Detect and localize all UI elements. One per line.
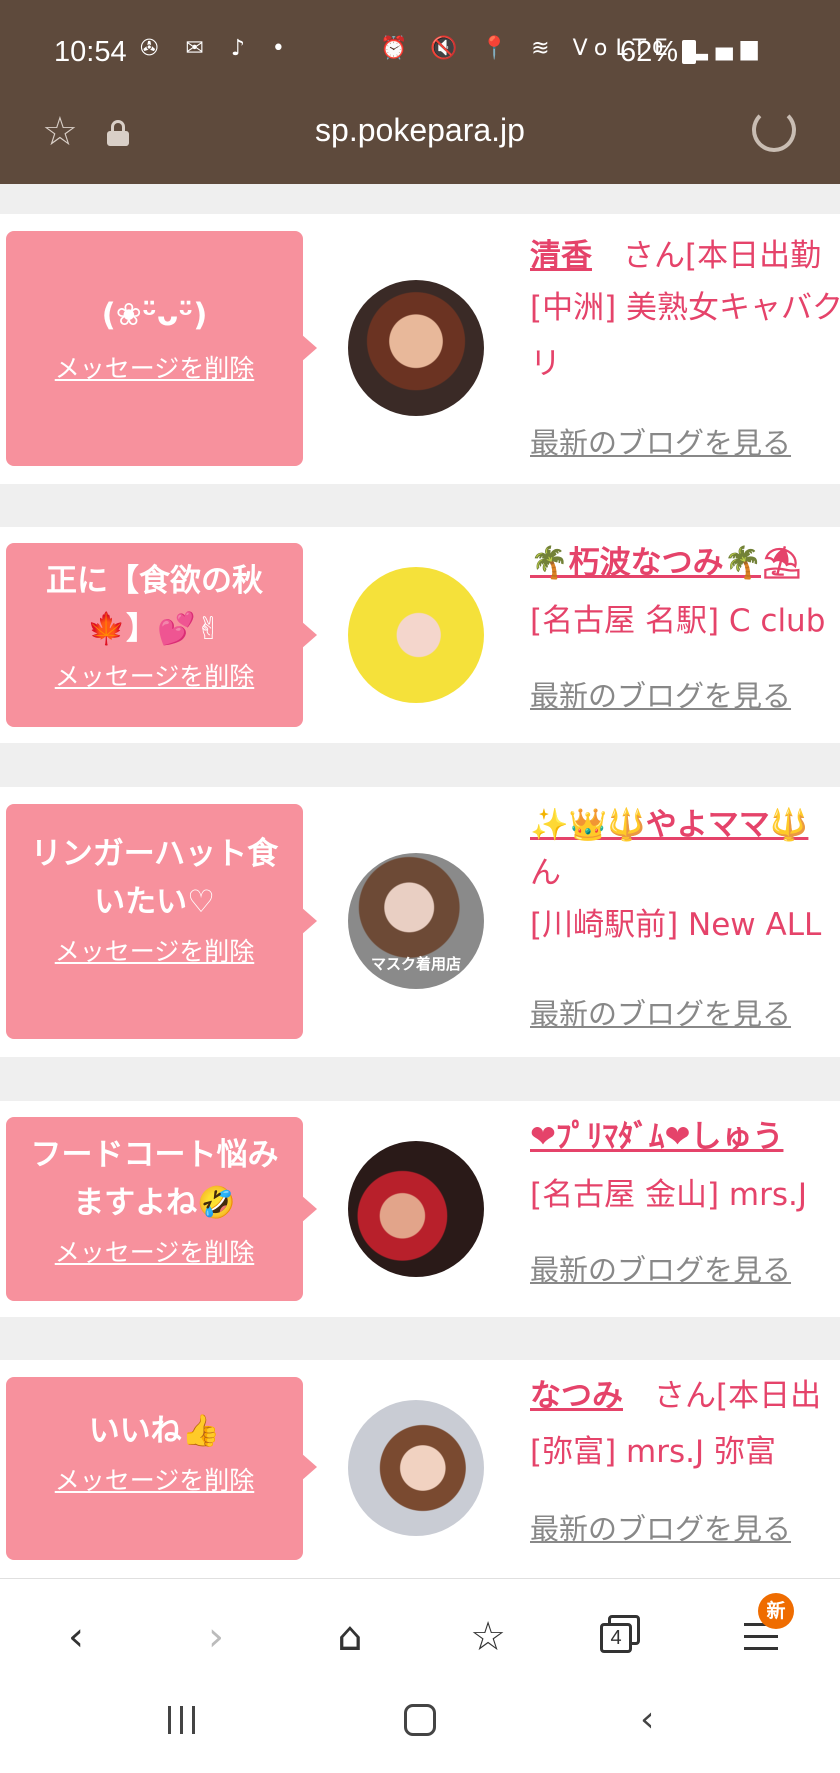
reload-icon[interactable] <box>752 108 796 152</box>
shop-name: [弥富] mrs.J 弥富 <box>530 1434 776 1470</box>
avatar[interactable] <box>348 280 484 416</box>
home-icon[interactable]: ⌂ <box>322 1609 378 1665</box>
cast-info: 🌴朽波なつみ🌴⛱ [名古屋 名駅] C club 最新のブログを見る <box>530 539 840 713</box>
shop-name: [名古屋 名駅] C club <box>530 603 826 639</box>
view-blog-link[interactable]: 最新のブログを見る <box>530 1506 791 1548</box>
system-icons: ⏰ 🔇 📍 ≋ VoLTE ▂▄▆ <box>380 36 766 61</box>
delete-message-link[interactable]: メッセージを削除 <box>6 1461 303 1497</box>
forward-icon[interactable]: › <box>188 1609 244 1665</box>
new-badge: 新 <box>758 1593 794 1629</box>
avatar[interactable] <box>348 1400 484 1536</box>
cast-name-link[interactable]: 🌴朽波なつみ🌴⛱ <box>530 545 802 581</box>
recent-apps-icon[interactable] <box>168 1706 200 1734</box>
status-time: 10:54 <box>54 36 127 68</box>
message-bubble: いいね👍 メッセージを削除 <box>6 1377 303 1560</box>
address-field[interactable]: sp.pokepara.jp <box>0 112 840 149</box>
message-text: 正に【食欲の秋🍁】💕✌ <box>46 563 263 647</box>
cast-info: ❤ﾌﾟﾘﾏﾀﾞﾑ❤しゅう [名古屋 金山] mrs.J 最新のブログを見る <box>530 1113 840 1287</box>
tabs-button[interactable]: 4 <box>600 1615 640 1653</box>
cast-status: さん[本日出 <box>623 1378 822 1414</box>
cast-status: さん[本日出勤 <box>592 238 822 274</box>
view-blog-link[interactable]: 最新のブログを見る <box>530 420 791 462</box>
cast-info: 清香 さん[本日出勤 [中洲] 美熟女キャバク リ 最新のブログを見る <box>530 232 840 460</box>
avatar[interactable] <box>348 567 484 703</box>
message-bubble: (❀ᵕ̈ᴗᵕ̈) メッセージを削除 <box>6 231 303 466</box>
avatar[interactable]: マスク着用店 <box>348 853 484 989</box>
avatar-caption: マスク着用店 <box>370 955 461 973</box>
tab-count: 4 <box>600 1623 632 1653</box>
status-bar: 10:54 ✇ ✉ ♪ • ⏰ 🔇 📍 ≋ VoLTE ▂▄▆ 62% <box>0 30 840 80</box>
message-text: (❀ᵕ̈ᴗᵕ̈) <box>101 297 208 333</box>
delete-message-link[interactable]: メッセージを削除 <box>6 657 303 693</box>
list-item: いいね👍 メッセージを削除 なつみ さん[本日出 [弥富] mrs.J 弥富 最… <box>0 1360 840 1578</box>
battery-percent: 62% <box>620 36 679 68</box>
bookmarks-icon[interactable]: ☆ <box>460 1609 516 1665</box>
cast-name-link[interactable]: ❤ﾌﾟﾘﾏﾀﾞﾑ❤しゅう <box>530 1119 783 1155</box>
system-navigation-bar: ‹ <box>0 1688 840 1773</box>
system-back-icon[interactable]: ‹ <box>640 1702 654 1738</box>
cast-info: なつみ さん[本日出 [弥富] mrs.J 弥富 最新のブログを見る <box>530 1372 840 1546</box>
message-bubble: 正に【食欲の秋🍁】💕✌ メッセージを削除 <box>6 543 303 727</box>
home-button-icon[interactable] <box>404 1704 436 1736</box>
message-text: リンガーハット食いたい♡ <box>30 836 279 920</box>
cast-name-link[interactable]: 清香 <box>530 238 592 274</box>
delete-message-link[interactable]: メッセージを削除 <box>6 932 303 968</box>
shop-name: [名古屋 金山] mrs.J <box>530 1177 807 1213</box>
list-item: (❀ᵕ̈ᴗᵕ̈) メッセージを削除 清香 さん[本日出勤 [中洲] 美熟女キャバ… <box>0 214 840 484</box>
browser-header: 10:54 ✇ ✉ ♪ • ⏰ 🔇 📍 ≋ VoLTE ▂▄▆ 62% ☆ sp… <box>0 0 840 184</box>
cast-info: ✨👑🔱やよママ🔱 ん [川崎駅前] New ALL 最新のブログを見る <box>530 801 840 1031</box>
message-text: フードコート悩みますよね🤣 <box>30 1137 279 1221</box>
message-text: いいね👍 <box>88 1413 221 1449</box>
battery-icon <box>682 40 697 64</box>
battery-indicator: 62% <box>620 36 697 69</box>
view-blog-link[interactable]: 最新のブログを見る <box>530 991 791 1033</box>
shop-name: [中洲] 美熟女キャバク <box>530 290 840 326</box>
cast-name-link[interactable]: なつみ <box>530 1378 623 1414</box>
browser-toolbar: ‹ › ⌂ ☆ 4 新 <box>0 1578 840 1688</box>
back-icon[interactable]: ‹ <box>48 1609 104 1665</box>
message-bubble: リンガーハット食いたい♡ メッセージを削除 <box>6 804 303 1039</box>
shop-name: [川崎駅前] New ALL <box>530 907 822 943</box>
view-blog-link[interactable]: 最新のブログを見る <box>530 673 791 715</box>
list-item: フードコート悩みますよね🤣 メッセージを削除 ❤ﾌﾟﾘﾏﾀﾞﾑ❤しゅう [名古屋… <box>0 1101 840 1317</box>
notification-icons: ✇ ✉ ♪ • <box>140 36 295 61</box>
message-bubble: フードコート悩みますよね🤣 メッセージを削除 <box>6 1117 303 1301</box>
delete-message-link[interactable]: メッセージを削除 <box>6 1233 303 1269</box>
cast-name-continued: ん <box>530 855 561 891</box>
view-blog-link[interactable]: 最新のブログを見る <box>530 1247 791 1289</box>
list-item: リンガーハット食いたい♡ メッセージを削除 マスク着用店 ✨👑🔱やよママ🔱 ん … <box>0 787 840 1057</box>
avatar[interactable] <box>348 1141 484 1277</box>
url-bar: ☆ sp.pokepara.jp <box>0 108 840 168</box>
cast-name-link[interactable]: ✨👑🔱やよママ🔱 <box>530 807 808 843</box>
list-item: 正に【食欲の秋🍁】💕✌ メッセージを削除 🌴朽波なつみ🌴⛱ [名古屋 名駅] C… <box>0 527 840 743</box>
delete-message-link[interactable]: メッセージを削除 <box>6 349 303 385</box>
shop-name-continued: リ <box>530 346 561 382</box>
